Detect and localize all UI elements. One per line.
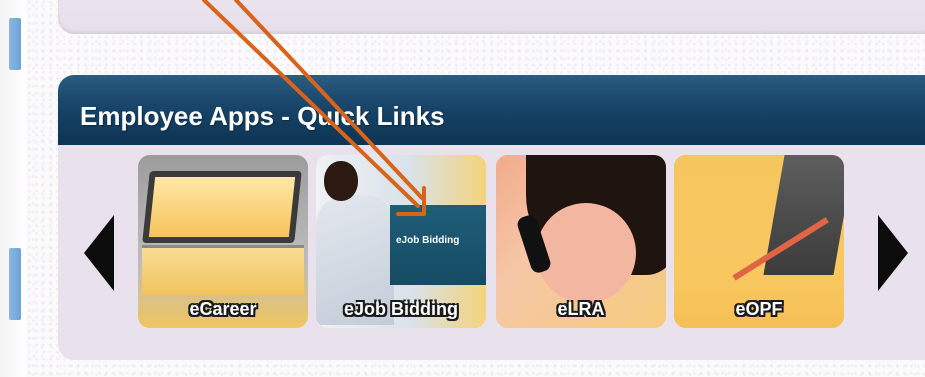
tile-elra[interactable]: eLRA (496, 155, 666, 328)
tile-ecareer[interactable]: eCareer (138, 155, 308, 328)
left-edge-strip (0, 0, 26, 377)
carousel-prev-arrow-icon[interactable] (84, 215, 114, 291)
edge-tab-top[interactable] (9, 18, 21, 70)
carousel-next-arrow-icon[interactable] (878, 215, 908, 291)
tile-label: eJob Bidding (344, 299, 458, 319)
tile-label: eCareer (189, 299, 257, 319)
app-carousel: eCareer eJob Bidding eJob Bidding eLRA e… (58, 145, 925, 360)
panel-header: Employee Apps - Quick Links (58, 75, 925, 145)
edge-tab-bottom[interactable] (9, 248, 21, 320)
tile-eopf[interactable]: eOPF (674, 155, 844, 328)
tile-label: eLRA (557, 299, 605, 319)
panel-title: Employee Apps - Quick Links (80, 101, 445, 131)
top-panel-strip (58, 0, 925, 34)
monitor-screen-text: eJob Bidding (396, 235, 460, 246)
quick-links-panel: Employee Apps - Quick Links eCareer eJob… (58, 75, 925, 360)
tile-ejob-bidding[interactable]: eJob Bidding eJob Bidding (316, 155, 486, 328)
tile-label: eOPF (735, 299, 783, 319)
